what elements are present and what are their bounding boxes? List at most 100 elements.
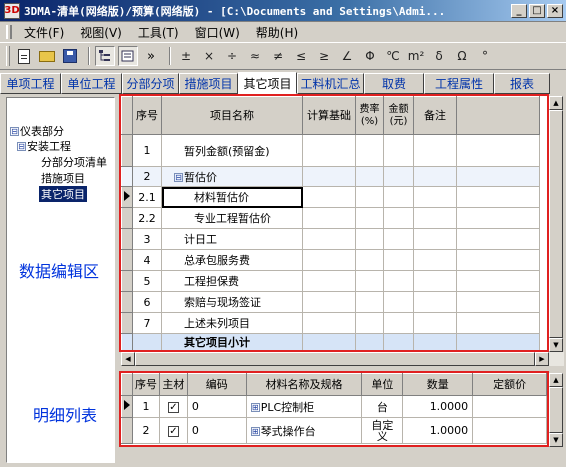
row-price[interactable]	[472, 417, 547, 444]
open-folder-icon[interactable]	[37, 46, 57, 66]
row-indicator[interactable]	[121, 270, 133, 292]
row-seq[interactable]: 1	[132, 134, 162, 167]
row-name[interactable]: 材料暂估价	[161, 186, 303, 208]
header-seq[interactable]: 序号	[132, 96, 162, 135]
table-row[interactable]: 2.1 材料暂估价	[121, 186, 540, 208]
row-name[interactable]: 暂列金额(预留金)	[161, 134, 303, 167]
menu-tools[interactable]: 工具(T)	[130, 24, 187, 41]
row-amount[interactable]	[383, 270, 414, 292]
checkbox[interactable]: ✓	[167, 402, 179, 413]
total-row[interactable]: 其它项目小计	[121, 333, 540, 350]
row-rate[interactable]	[355, 291, 384, 313]
tab-materials-summary[interactable]: 工料机汇总	[297, 73, 364, 94]
row-unit[interactable]: 自定义	[361, 417, 404, 444]
header-unit[interactable]: 单位	[361, 373, 404, 396]
row-rate[interactable]	[355, 166, 384, 187]
row-rate[interactable]	[355, 186, 384, 208]
tab-unit-project[interactable]: 单位工程	[61, 73, 122, 94]
scroll-down-arrow-icon[interactable]: ▼	[549, 433, 563, 447]
scroll-thumb[interactable]	[549, 110, 563, 338]
row-indicator[interactable]	[121, 249, 133, 271]
symbol-less-equal[interactable]: ≤	[291, 49, 311, 63]
row-base[interactable]	[302, 270, 356, 292]
symbol-omega[interactable]: Ω	[452, 49, 472, 63]
row-indicator[interactable]	[121, 228, 133, 250]
row-indicator[interactable]	[121, 417, 133, 444]
row-name[interactable]: 工程担保费	[161, 270, 303, 292]
new-document-icon[interactable]	[14, 46, 34, 66]
menu-view[interactable]: 视图(V)	[72, 24, 130, 41]
row-base[interactable]	[302, 312, 356, 334]
row-rate[interactable]	[355, 270, 384, 292]
row-seq[interactable]: 2.2	[132, 207, 162, 229]
scroll-thumb[interactable]	[135, 352, 535, 366]
row-amount[interactable]	[383, 249, 414, 271]
row-base[interactable]	[302, 249, 356, 271]
tree-node-instrument[interactable]: ⊟ 仪表部分	[10, 123, 64, 139]
tab-measures[interactable]: 措施项目	[179, 73, 238, 94]
tree-node-install[interactable]: ⊟ 安装工程	[17, 138, 71, 154]
row-note[interactable]	[413, 333, 457, 350]
scroll-thumb[interactable]	[549, 387, 563, 433]
title-bar[interactable]: 3D 3DMA-清单(网络版)/预算(网络版) - [C:\Documents …	[0, 0, 566, 22]
row-code[interactable]: 0	[186, 417, 247, 444]
row-amount[interactable]	[383, 291, 414, 313]
row-quantity[interactable]: 1.0000	[402, 417, 474, 444]
row-rate[interactable]	[355, 207, 384, 229]
total-label[interactable]: 其它项目小计	[161, 333, 303, 350]
menu-help[interactable]: 帮助(H)	[248, 24, 306, 41]
table-row[interactable]: 5 工程担保费	[121, 270, 540, 292]
row-indicator[interactable]	[121, 207, 133, 229]
symbol-square-meter[interactable]: m²	[406, 49, 426, 63]
row-note[interactable]	[413, 228, 457, 250]
table-row[interactable]: 7 上述未列项目	[121, 312, 540, 334]
header-main-material[interactable]: 主材	[158, 373, 188, 396]
row-code[interactable]: 0	[186, 395, 247, 418]
row-base[interactable]	[302, 207, 356, 229]
row-seq[interactable]: 7	[132, 312, 162, 334]
table-row[interactable]: 4 总承包服务费	[121, 249, 540, 271]
tree-node-sub-items[interactable]: 分部分项清单	[41, 154, 107, 170]
tree-view-icon[interactable]	[95, 46, 115, 66]
minimize-button[interactable]: _	[511, 3, 527, 18]
tab-single-project[interactable]: 单项工程	[0, 73, 61, 94]
menu-grip-handle[interactable]	[6, 25, 12, 39]
row-rate[interactable]	[355, 249, 384, 271]
row-rate[interactable]	[355, 333, 384, 350]
maximize-button[interactable]: □	[529, 3, 545, 18]
row-name[interactable]: 专业工程暂估价	[161, 207, 303, 229]
symbol-phi[interactable]: Φ	[360, 49, 380, 63]
header-rate[interactable]: 费率(%)	[355, 96, 384, 135]
header-name[interactable]: 项目名称	[161, 96, 303, 135]
row-note[interactable]	[413, 186, 457, 208]
header-note[interactable]: 备注	[413, 96, 457, 135]
row-name[interactable]: 上述未列项目	[161, 312, 303, 334]
row-note[interactable]	[413, 249, 457, 271]
grid-vertical-scrollbar[interactable]: ▲ ▼	[549, 96, 563, 352]
row-material-name[interactable]: ⊞ 琴式操作台	[245, 417, 363, 444]
row-amount[interactable]	[383, 134, 414, 167]
header-amount[interactable]: 金额(元)	[383, 96, 414, 135]
scroll-left-arrow-icon[interactable]: ◀	[121, 352, 135, 366]
row-indicator[interactable]	[121, 333, 133, 350]
row-note[interactable]	[413, 312, 457, 334]
row-price[interactable]	[472, 395, 547, 418]
row-note[interactable]	[413, 207, 457, 229]
symbol-degree[interactable]: °	[475, 49, 495, 63]
row-rate[interactable]	[355, 312, 384, 334]
row-unit[interactable]: 台	[361, 395, 404, 418]
tree-node-measures[interactable]: 措施项目	[41, 170, 85, 186]
tab-reports[interactable]: 报表	[494, 73, 550, 94]
close-button[interactable]: ×	[547, 3, 563, 18]
row-seq[interactable]: 3	[132, 228, 162, 250]
row-amount[interactable]	[383, 312, 414, 334]
row-seq[interactable]	[132, 333, 162, 350]
row-rate[interactable]	[355, 228, 384, 250]
table-row[interactable]: 3 计日工	[121, 228, 540, 250]
symbol-delta[interactable]: δ	[429, 49, 449, 63]
row-indicator[interactable]	[121, 291, 133, 313]
expand-icon[interactable]: ⊞	[250, 426, 260, 436]
symbol-angle[interactable]: ∠	[337, 49, 357, 63]
scroll-up-arrow-icon[interactable]: ▲	[549, 373, 563, 387]
symbol-greater-equal[interactable]: ≥	[314, 49, 334, 63]
